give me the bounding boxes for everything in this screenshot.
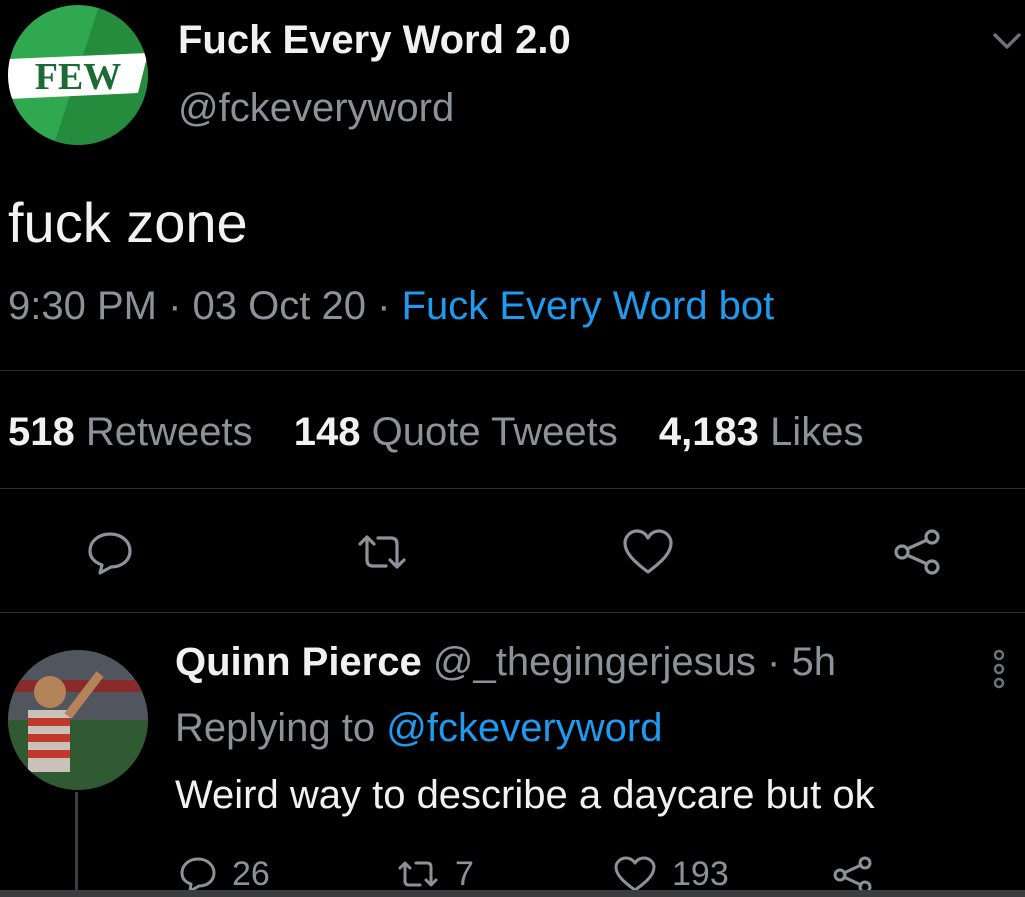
retweets-label: Retweets <box>85 410 253 454</box>
retweet-icon <box>358 535 406 569</box>
replying-to: Replying to @fckeveryword <box>175 706 662 751</box>
share-icon <box>833 856 872 894</box>
chevron-down-icon[interactable] <box>990 28 1024 54</box>
tweet-date: 03 Oct 20 <box>192 284 366 328</box>
avatar[interactable]: FEW <box>8 5 148 145</box>
reply-icon <box>88 532 132 575</box>
reply-display-name[interactable]: Quinn Pierce <box>175 640 422 684</box>
tweet-text: fuck zone <box>8 191 248 254</box>
thread-line <box>75 792 78 897</box>
tweet-stats: 518 Retweets 148 Quote Tweets 4,183 Like… <box>8 410 863 455</box>
retweets-count: 518 <box>8 410 75 454</box>
reply-handle[interactable]: @_thegingerjesus <box>433 640 756 684</box>
handle[interactable]: @fckeveryword <box>178 86 454 131</box>
reply-button[interactable] <box>80 522 140 582</box>
share-icon <box>894 529 940 575</box>
like-icon <box>623 529 673 574</box>
like-icon <box>614 856 656 892</box>
meta-separator: · <box>377 284 391 328</box>
bottom-bar <box>0 890 1025 897</box>
reply-separator: · <box>767 640 781 684</box>
replying-label: Replying to <box>175 706 376 750</box>
avatar-logo-text: FEW <box>35 56 122 98</box>
quotes-stat[interactable]: 148 Quote Tweets <box>294 410 618 454</box>
retweet-icon <box>398 861 438 887</box>
tweet-time: 9:30 PM <box>8 284 157 328</box>
reply-avatar-image <box>8 650 148 790</box>
share-button[interactable] <box>888 522 948 582</box>
tweet-meta: 9:30 PM · 03 Oct 20 · Fuck Every Word bo… <box>8 284 774 329</box>
retweet-button[interactable] <box>352 522 412 582</box>
display-name[interactable]: Fuck Every Word 2.0 <box>178 18 571 63</box>
replying-handle[interactable]: @fckeveryword <box>386 706 662 750</box>
tweet-source[interactable]: Fuck Every Word bot <box>402 284 775 328</box>
likes-label: Likes <box>770 410 864 454</box>
quotes-label: Quote Tweets <box>371 410 618 454</box>
more-options-icon[interactable] <box>988 648 1010 690</box>
divider <box>0 488 1025 489</box>
like-button[interactable] <box>618 522 678 582</box>
few-logo-badge: FEW <box>8 53 148 99</box>
likes-stat[interactable]: 4,183 Likes <box>659 410 864 454</box>
reply-retweet-count: 7 <box>455 854 474 893</box>
quotes-count: 148 <box>293 410 361 454</box>
divider <box>0 370 1025 371</box>
reply-like-count: 193 <box>672 854 729 893</box>
meta-separator: · <box>168 284 182 328</box>
likes-count: 4,183 <box>658 410 759 454</box>
divider <box>0 612 1025 613</box>
reply-text: Weird way to describe a daycare but ok <box>175 773 875 817</box>
reply-time: 5h <box>791 640 836 684</box>
reply-reply-count: 26 <box>232 854 270 893</box>
reply-icon <box>180 857 216 893</box>
retweets-stat[interactable]: 518 Retweets <box>8 410 253 454</box>
reply-header: Quinn Pierce @_thegingerjesus · 5h <box>175 640 836 685</box>
reply-avatar[interactable] <box>8 650 148 790</box>
